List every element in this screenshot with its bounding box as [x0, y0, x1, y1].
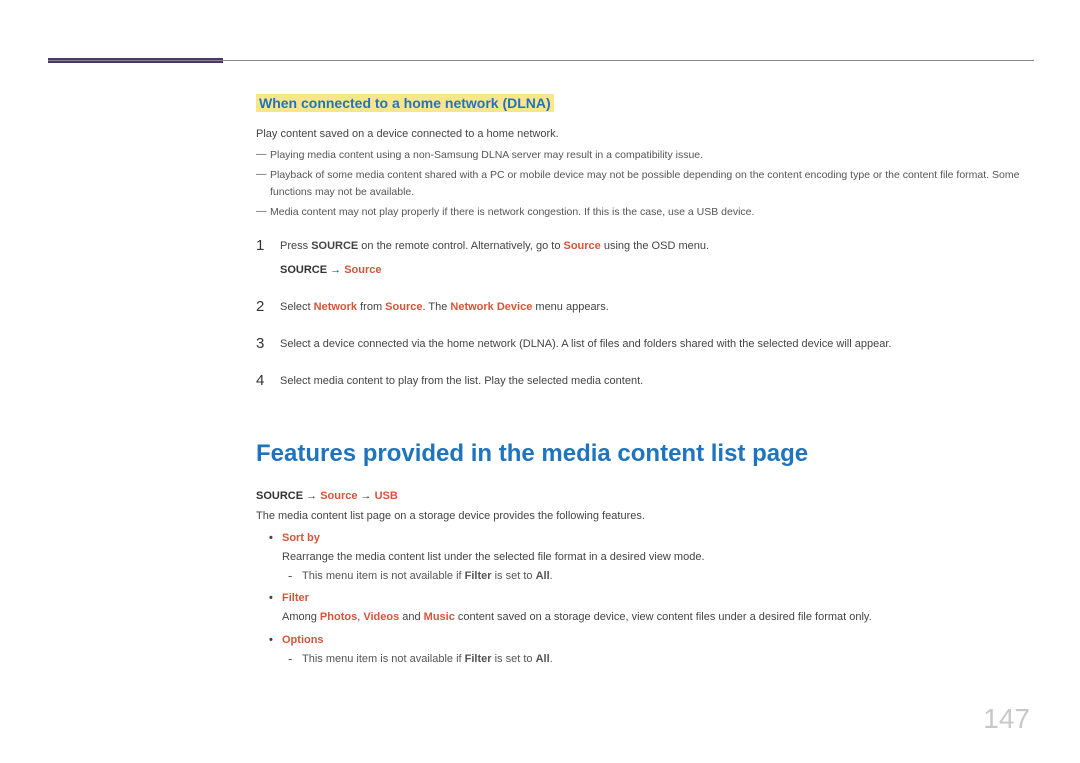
text-bold: Filter — [465, 653, 492, 665]
text: . The — [422, 301, 450, 313]
section-dlna: When connected to a home network (DLNA) … — [256, 95, 1034, 390]
path-arrow: → — [357, 490, 374, 502]
sub-note: This menu item is not available if Filte… — [256, 567, 1034, 586]
step-body: Select media content to play from the li… — [280, 373, 1034, 390]
step-body: Select Network from Source. The Network … — [280, 299, 1034, 316]
bullet-title: Options — [256, 631, 1034, 650]
bullet-desc: Among Photos, Videos and Music content s… — [256, 608, 1034, 627]
text-highlight: Photos — [320, 611, 357, 623]
path-part-highlight: Source — [344, 264, 381, 276]
text: is set to — [492, 570, 536, 582]
path-part-highlight: USB — [375, 490, 398, 502]
step-body: Select a device connected via the home n… — [280, 336, 1034, 353]
bullet-title: Filter — [256, 589, 1034, 608]
text: content saved on a storage device, view … — [455, 611, 872, 623]
path-arrow: → — [303, 490, 320, 502]
step-number: 2 — [256, 299, 280, 316]
text: Among — [282, 611, 320, 623]
text: is set to — [492, 653, 536, 665]
bullet-label: Filter — [282, 592, 309, 604]
path-part: SOURCE — [280, 264, 327, 276]
text: This menu item is not available if — [302, 570, 465, 582]
step-number: 3 — [256, 336, 280, 353]
text-highlight: Source — [564, 240, 601, 252]
intro-text: The media content list page on a storage… — [256, 508, 1034, 525]
path-part: SOURCE — [256, 490, 303, 502]
text: menu appears. — [532, 301, 608, 313]
step-3: 3 Select a device connected via the home… — [256, 336, 1034, 353]
page-content: When connected to a home network (DLNA) … — [256, 95, 1034, 668]
page-number: 147 — [983, 703, 1030, 735]
note-item: Playback of some media content shared wi… — [256, 167, 1034, 200]
feature-options: Options This menu item is not available … — [256, 631, 1034, 668]
step-1: 1 Press SOURCE on the remote control. Al… — [256, 238, 1034, 279]
note-item: Playing media content using a non-Samsun… — [256, 147, 1034, 163]
menu-path: SOURCE → Source — [280, 262, 1034, 279]
text-bold: All — [536, 653, 550, 665]
text-highlight: Network — [314, 301, 357, 313]
bullet-desc: Rearrange the media content list under t… — [256, 548, 1034, 567]
menu-path: SOURCE → Source → USB — [256, 490, 1034, 502]
feature-filter: Filter Among Photos, Videos and Music co… — [256, 589, 1034, 626]
text: Select — [280, 301, 314, 313]
text: using the OSD menu. — [601, 240, 709, 252]
step-number: 1 — [256, 238, 280, 255]
sub-note: This menu item is not available if Filte… — [256, 650, 1034, 669]
header-rule — [48, 60, 1034, 63]
text: on the remote control. Alternatively, go… — [358, 240, 563, 252]
text: Rearrange the media content list under t… — [282, 548, 705, 567]
path-part-highlight: Source — [320, 490, 357, 502]
text: Press — [280, 240, 311, 252]
section-title-dlna: When connected to a home network (DLNA) — [256, 94, 554, 112]
bullet-label: Options — [282, 634, 324, 646]
step-body: Press SOURCE on the remote control. Alte… — [280, 238, 1034, 279]
text-bold: Filter — [465, 570, 492, 582]
step-number: 4 — [256, 373, 280, 390]
text-highlight: Videos — [363, 611, 399, 623]
text: This menu item is not available if — [302, 653, 465, 665]
note-item: Media content may not play properly if t… — [256, 204, 1034, 220]
text-highlight: Music — [424, 611, 455, 623]
text-highlight: Network Device — [450, 301, 532, 313]
text-bold: SOURCE — [311, 240, 358, 252]
text: . — [550, 570, 553, 582]
bullet-title: Sort by — [256, 529, 1034, 548]
text-highlight: Source — [385, 301, 422, 313]
main-heading: Features provided in the media content l… — [256, 440, 1034, 468]
bullet-label: Sort by — [282, 532, 320, 544]
section-features: Features provided in the media content l… — [256, 440, 1034, 668]
text: from — [357, 301, 385, 313]
intro-text: Play content saved on a device connected… — [256, 126, 1034, 143]
step-4: 4 Select media content to play from the … — [256, 373, 1034, 390]
path-arrow: → — [327, 264, 344, 276]
step-2: 2 Select Network from Source. The Networ… — [256, 299, 1034, 316]
feature-sort-by: Sort by Rearrange the media content list… — [256, 529, 1034, 585]
text: . — [550, 653, 553, 665]
text: and — [399, 611, 423, 623]
text-bold: All — [536, 570, 550, 582]
steps-list: 1 Press SOURCE on the remote control. Al… — [256, 238, 1034, 390]
